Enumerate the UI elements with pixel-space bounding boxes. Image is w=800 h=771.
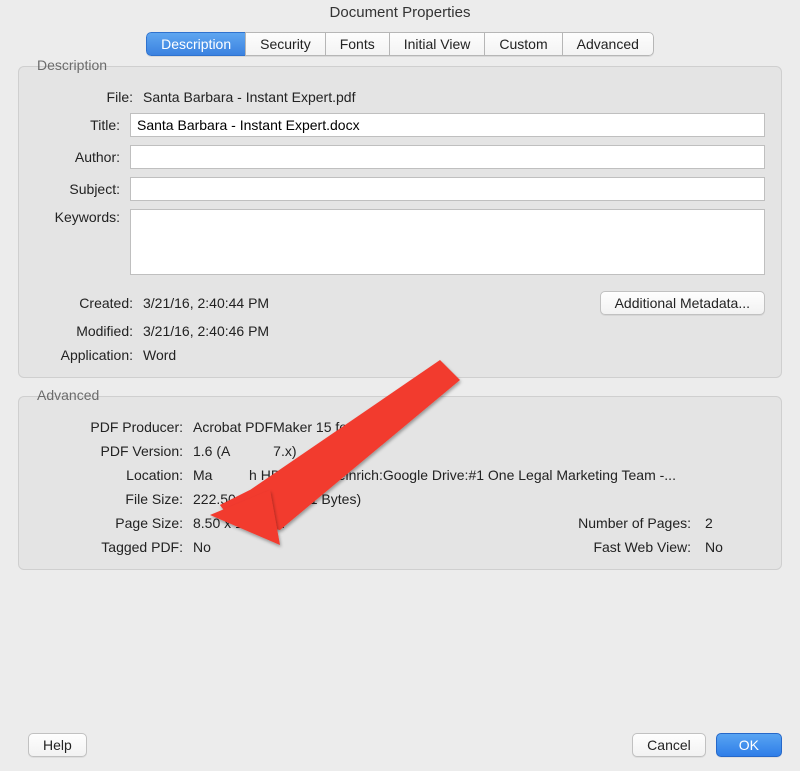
advanced-legend: Advanced	[33, 387, 103, 403]
modified-label: Modified:	[35, 323, 133, 339]
pagesize-label: Page Size:	[35, 515, 183, 531]
title-input[interactable]	[130, 113, 765, 137]
window-title: Document Properties	[0, 0, 800, 26]
modified-value: 3/21/16, 2:40:46 PM	[143, 323, 765, 339]
tab-custom[interactable]: Custom	[484, 32, 561, 56]
location-value: Macintosh HD:Users:rheinrich:Google Driv…	[193, 467, 765, 483]
numpages-label: Number of Pages:	[353, 515, 691, 531]
created-value: 3/21/16, 2:40:44 PM	[143, 295, 600, 311]
version-label: PDF Version:	[35, 443, 183, 459]
tab-bar: Description Security Fonts Initial View …	[0, 26, 800, 56]
cancel-button[interactable]: Cancel	[632, 733, 706, 757]
application-label: Application:	[35, 347, 133, 363]
version-value: 1.6 (Acrobat 7.x)	[193, 443, 765, 459]
tagged-value: No	[193, 539, 353, 555]
pagesize-value: 8.50 x 10.99 in	[193, 515, 353, 531]
producer-value: Acrobat PDFMaker 15 for Word	[193, 419, 765, 435]
author-input[interactable]	[130, 145, 765, 169]
title-label: Title:	[35, 117, 120, 133]
footer: Help Cancel OK	[0, 723, 800, 771]
location-label: Location:	[35, 467, 183, 483]
description-legend: Description	[33, 57, 111, 73]
subject-label: Subject:	[35, 181, 120, 197]
tagged-label: Tagged PDF:	[35, 539, 183, 555]
fastweb-value: No	[705, 539, 765, 555]
additional-metadata-button[interactable]: Additional Metadata...	[600, 291, 765, 315]
filesize-label: File Size:	[35, 491, 183, 507]
tab-security[interactable]: Security	[245, 32, 325, 56]
author-label: Author:	[35, 149, 120, 165]
file-value: Santa Barbara - Instant Expert.pdf	[143, 89, 765, 105]
description-group: Description File: Santa Barbara - Instan…	[18, 66, 782, 378]
fastweb-label: Fast Web View:	[353, 539, 691, 555]
keywords-label: Keywords:	[35, 209, 120, 225]
tab-initial-view[interactable]: Initial View	[389, 32, 485, 56]
producer-label: PDF Producer:	[35, 419, 183, 435]
created-label: Created:	[35, 295, 133, 311]
tab-advanced[interactable]: Advanced	[562, 32, 654, 56]
advanced-group: Advanced PDF Producer: Acrobat PDFMaker …	[18, 396, 782, 570]
keywords-input[interactable]	[130, 209, 765, 275]
help-button[interactable]: Help	[28, 733, 87, 757]
ok-button[interactable]: OK	[716, 733, 782, 757]
application-value: Word	[143, 347, 765, 363]
numpages-value: 2	[705, 515, 765, 531]
file-label: File:	[35, 89, 133, 105]
filesize-value: 222.50 KB (227,841 Bytes)	[193, 491, 765, 507]
tab-description[interactable]: Description	[146, 32, 245, 56]
subject-input[interactable]	[130, 177, 765, 201]
tab-fonts[interactable]: Fonts	[325, 32, 389, 56]
